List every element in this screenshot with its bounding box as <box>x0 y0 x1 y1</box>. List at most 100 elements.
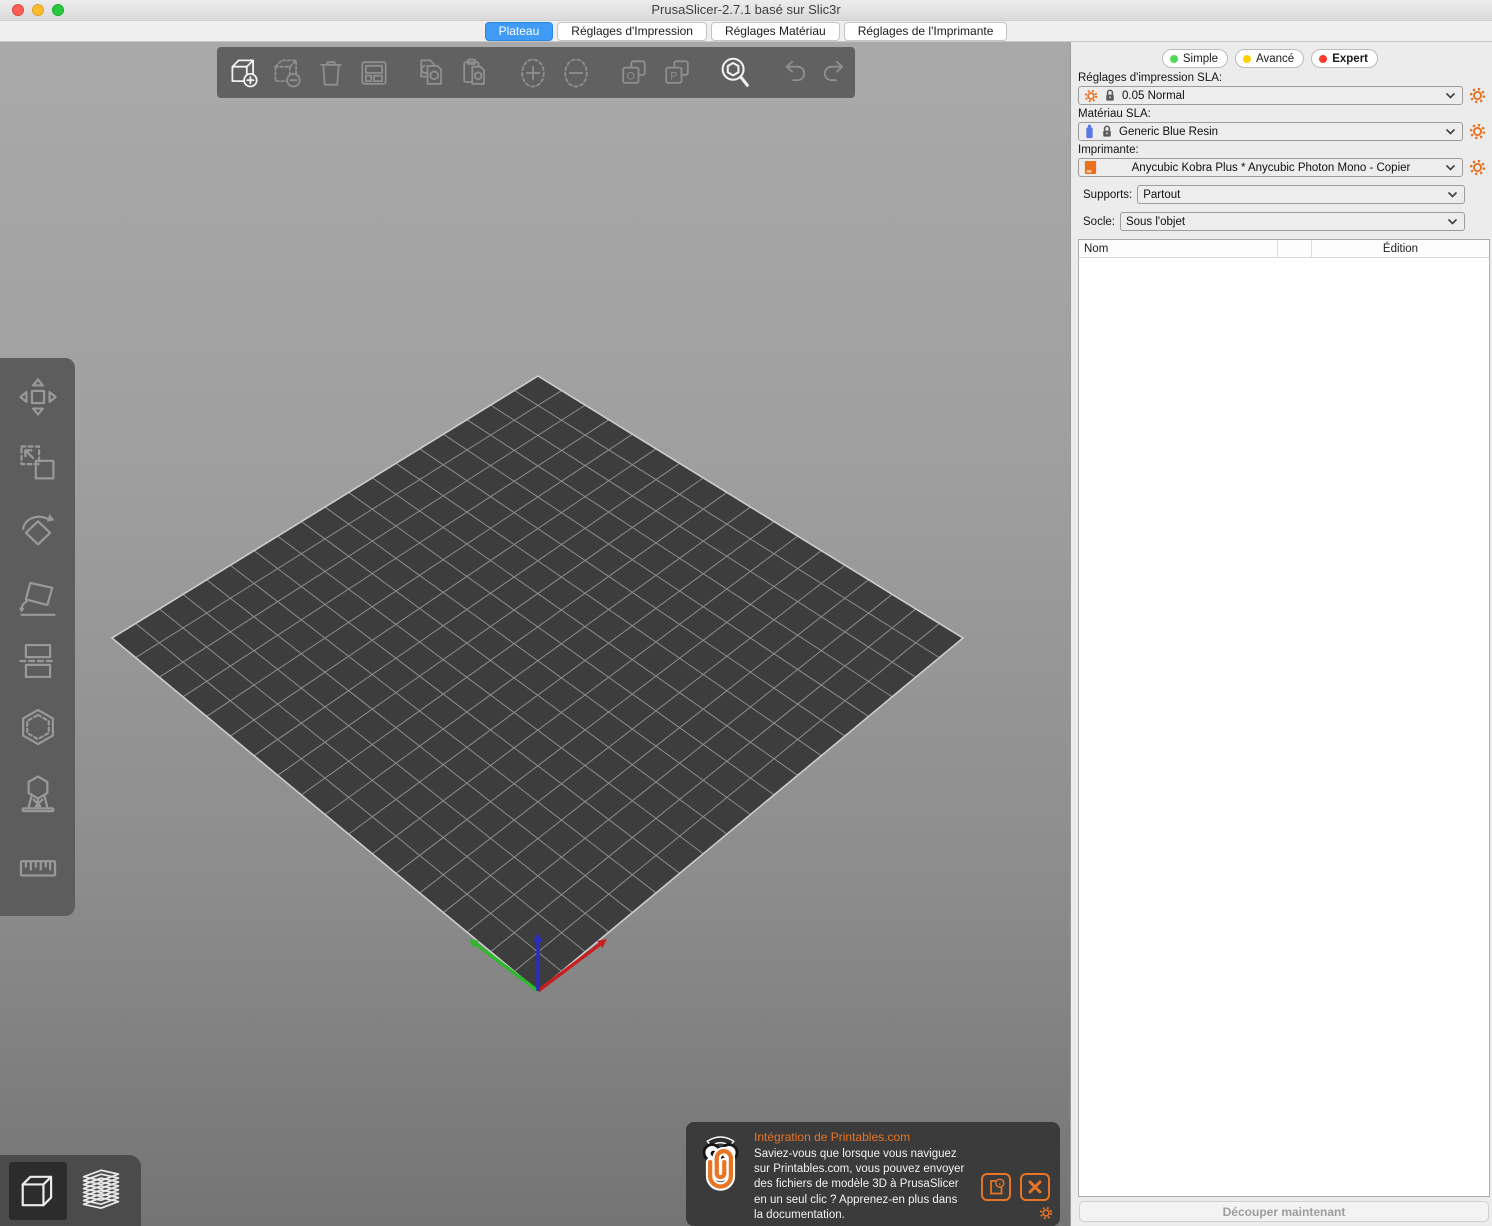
remove-instance-button[interactable] <box>557 53 595 93</box>
add-instance-button[interactable] <box>514 53 552 93</box>
copy-button[interactable] <box>413 53 451 93</box>
paste-button[interactable] <box>456 53 494 93</box>
add-object-icon <box>231 59 258 87</box>
add-instance-icon <box>521 58 545 87</box>
split-to-parts-button[interactable]: P <box>658 53 696 93</box>
zoom-window-button[interactable] <box>52 4 64 16</box>
split-parts-icon: P <box>665 59 689 84</box>
place-on-face-icon <box>18 581 56 616</box>
notification-settings-gear-icon[interactable] <box>1039 1206 1053 1220</box>
printer-label: Imprimante: <box>1078 144 1139 156</box>
arrange-button[interactable] <box>355 53 393 93</box>
edit-material-gear-icon[interactable] <box>1469 123 1486 140</box>
split-to-objects-button[interactable]: O <box>615 53 653 93</box>
supports-select[interactable]: Partout <box>1137 185 1465 204</box>
resin-bottle-icon <box>1086 124 1093 139</box>
delete-all-button[interactable] <box>312 53 350 93</box>
layers-icon <box>82 1168 120 1209</box>
remove-instance-icon <box>564 58 588 87</box>
mode-expert-button[interactable]: Expert <box>1311 49 1378 68</box>
measure-tool-button[interactable] <box>13 834 63 884</box>
arrange-icon <box>361 60 387 85</box>
chevron-down-icon <box>1447 191 1458 198</box>
add-object-button[interactable] <box>226 53 264 93</box>
chevron-down-icon <box>1445 164 1456 171</box>
pad-value: Sous l'objet <box>1125 215 1186 228</box>
measure-icon <box>19 860 56 877</box>
avance-mode-dot-icon <box>1243 54 1252 63</box>
lock-icon <box>1106 89 1114 101</box>
cut-tool-button[interactable] <box>13 636 63 686</box>
column-nom: Nom <box>1079 240 1278 257</box>
hollow-drill-tool-button[interactable] <box>13 702 63 752</box>
supports-value: Partout <box>1143 188 1181 201</box>
copy-icon <box>420 59 442 85</box>
tab-plateau[interactable]: Plateau <box>484 21 554 41</box>
top-toolbar: O P <box>217 47 855 98</box>
object-list-body <box>1079 258 1489 1196</box>
print-settings-value: 0.05 Normal <box>1122 89 1185 102</box>
notification-body: Saviez-vous que lorsque vous naviguez su… <box>754 1148 965 1221</box>
app-window: PrusaSlicer-2.7.1 basé sur Slic3r Platea… <box>0 0 1492 1226</box>
remove-object-icon <box>274 59 301 87</box>
chevron-down-icon <box>1445 92 1456 99</box>
edit-print-settings-gear-icon[interactable] <box>1469 87 1486 104</box>
print-settings-label: Réglages d'impression SLA: <box>1078 72 1223 84</box>
mode-avance-label: Avancé <box>1256 52 1295 65</box>
close-notification-button[interactable] <box>1020 1173 1050 1201</box>
place-on-face-tool-button[interactable] <box>13 570 63 620</box>
layers-preview-button[interactable] <box>72 1162 130 1220</box>
tab-reglages-materiau[interactable]: Réglages Matériau <box>710 21 840 41</box>
printer-value: Anycubic Kobra Plus * Anycubic Photon Mo… <box>1131 161 1411 174</box>
redo-button[interactable] <box>817 53 855 93</box>
move-tool-button[interactable] <box>13 372 63 422</box>
slice-now-button[interactable]: Découper maintenant <box>1079 1201 1489 1222</box>
view-toggle-bar <box>0 1155 141 1226</box>
hollow-icon <box>21 708 54 746</box>
minimize-window-button[interactable] <box>32 4 44 16</box>
redo-icon <box>823 60 844 81</box>
mode-avance-button[interactable]: Avancé <box>1235 49 1305 68</box>
printer-select[interactable]: Anycubic Kobra Plus * Anycubic Photon Mo… <box>1078 158 1463 177</box>
tab-strip: Plateau Réglages d'Impression Réglages M… <box>0 21 1492 42</box>
viewport-3d[interactable]: O P Intégration de Printables.com Saviez… <box>0 42 1070 1226</box>
trash-icon <box>320 60 342 86</box>
rotate-tool-button[interactable] <box>13 504 63 554</box>
lock-icon <box>1103 125 1111 137</box>
close-icon <box>1028 1180 1042 1194</box>
svg-text:O: O <box>627 70 635 82</box>
pad-select[interactable]: Sous l'objet <box>1119 212 1465 231</box>
mode-simple-button[interactable]: Simple <box>1161 49 1229 68</box>
tab-reglages-impression[interactable]: Réglages d'Impression <box>557 21 707 41</box>
sla-supports-tool-button[interactable] <box>13 768 63 818</box>
scale-tool-button[interactable] <box>13 438 63 488</box>
search-button[interactable] <box>716 53 754 93</box>
undo-button[interactable] <box>774 53 812 93</box>
chevron-down-icon <box>1445 128 1456 135</box>
object-list-header: Nom Édition <box>1079 240 1489 258</box>
edit-printer-gear-icon[interactable] <box>1469 159 1486 176</box>
column-edition: Édition <box>1382 242 1419 255</box>
notification-title: Intégration de Printables.com <box>754 1130 911 1144</box>
open-documentation-button[interactable] <box>981 1173 1011 1201</box>
expert-mode-dot-icon <box>1319 54 1328 63</box>
paste-icon <box>463 58 485 85</box>
column-extra <box>1278 240 1312 257</box>
search-icon <box>721 57 749 87</box>
remove-object-button[interactable] <box>269 53 307 93</box>
print-bed <box>110 375 965 993</box>
traffic-lights <box>12 4 64 16</box>
move-icon <box>18 378 57 416</box>
undo-icon <box>785 60 806 81</box>
chevron-down-icon <box>1447 218 1458 225</box>
material-select[interactable]: Generic Blue Resin <box>1078 122 1463 141</box>
rotate-icon <box>21 514 54 546</box>
window-title: PrusaSlicer-2.7.1 basé sur Slic3r <box>651 2 841 17</box>
close-window-button[interactable] <box>12 4 24 16</box>
titlebar: PrusaSlicer-2.7.1 basé sur Slic3r <box>0 0 1492 21</box>
editor-3d-view-button[interactable] <box>9 1161 67 1220</box>
print-settings-select[interactable]: 0.05 Normal <box>1078 86 1463 105</box>
print-settings-gear-icon <box>1084 89 1098 102</box>
tab-reglages-imprimante[interactable]: Réglages de l'Imprimante <box>843 21 1008 41</box>
documentation-icon <box>990 1178 1005 1195</box>
